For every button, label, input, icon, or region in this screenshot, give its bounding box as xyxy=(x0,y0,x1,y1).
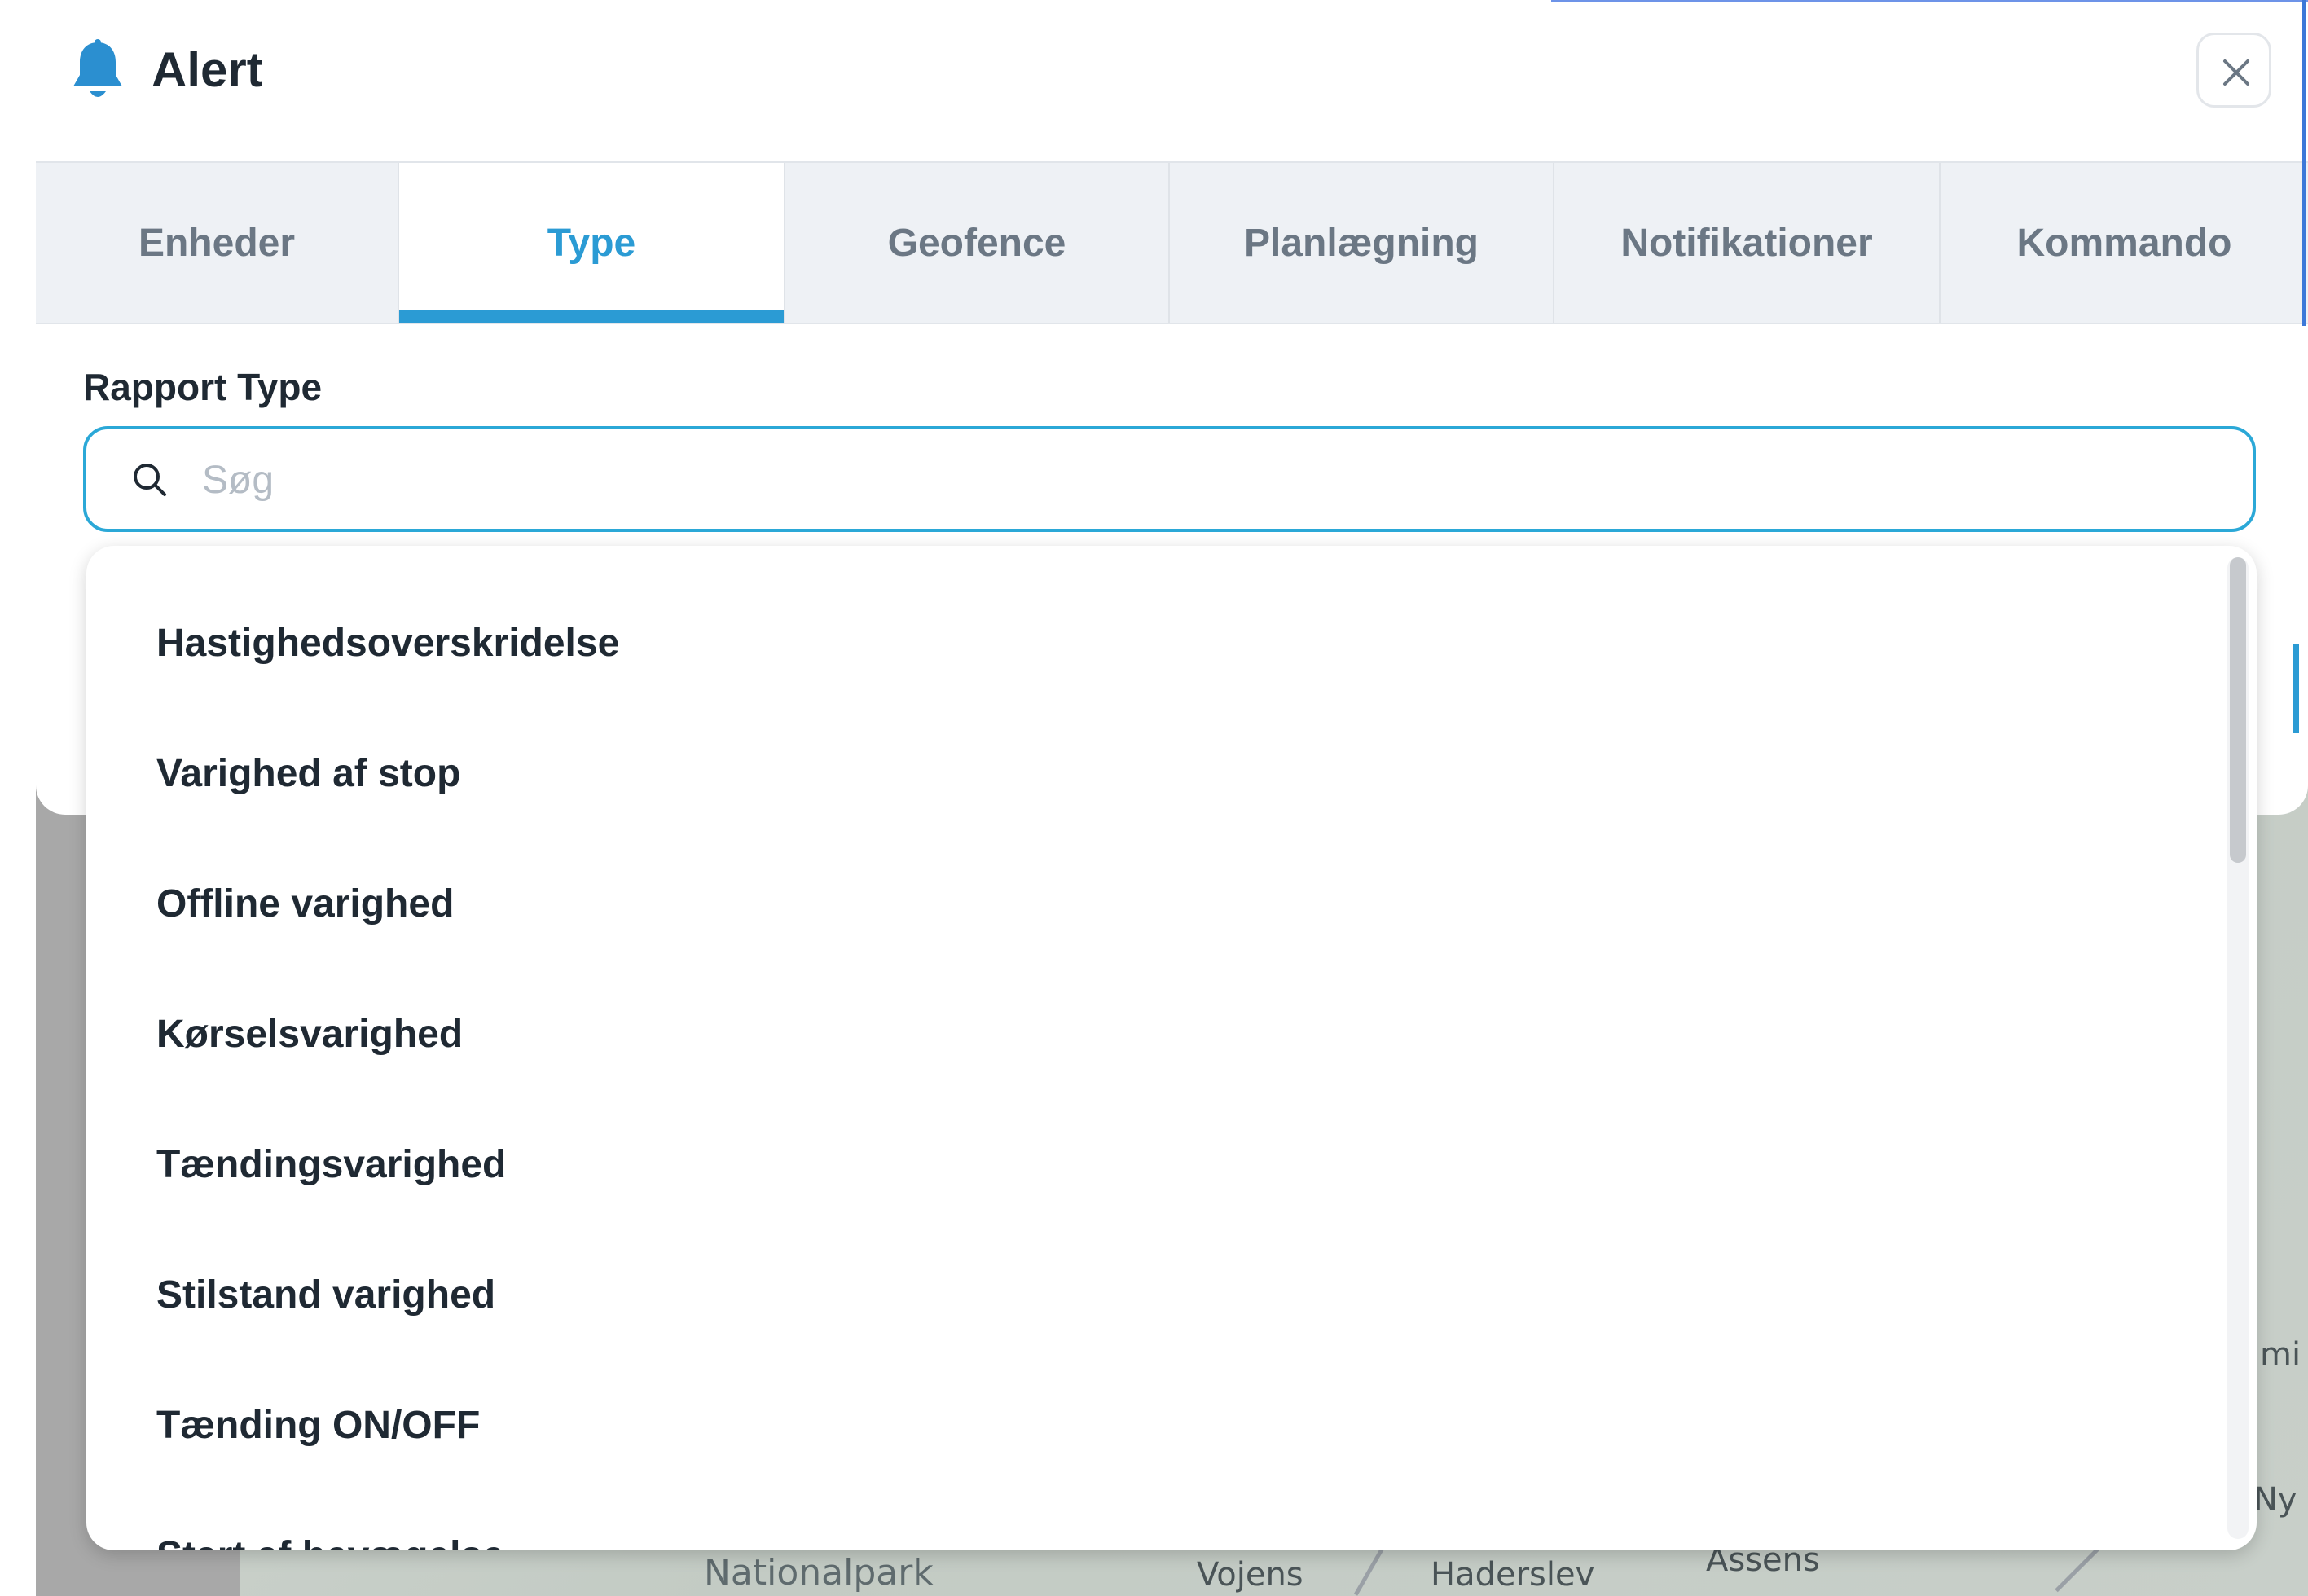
search-input[interactable] xyxy=(200,444,2159,516)
rapport-type-dropdown: Hastighedsoverskridelse Varighed af stop… xyxy=(86,546,2257,1550)
map-label-ny: Ny xyxy=(2253,1481,2297,1519)
search-icon xyxy=(130,460,169,503)
tab-type[interactable]: Type xyxy=(399,163,785,323)
tab-notifikationer[interactable]: Notifikationer xyxy=(1554,163,1941,323)
tab-planlaegning[interactable]: Planlægning xyxy=(1170,163,1554,323)
option-korselsvarighed[interactable]: Kørselsvarighed xyxy=(86,969,2257,1100)
option-offline-varighed[interactable]: Offline varighed xyxy=(86,839,2257,969)
rapport-type-label: Rapport Type xyxy=(83,366,323,408)
tab-enheder[interactable]: Enheder xyxy=(36,163,399,323)
option-stilstand-varighed[interactable]: Stilstand varighed xyxy=(86,1230,2257,1361)
dropdown-scrollbar[interactable] xyxy=(2227,557,2249,1539)
option-start-af-bevaegelse[interactable]: Start af bevægelse xyxy=(86,1491,2257,1550)
option-taending-on-off[interactable]: Tænding ON/OFF xyxy=(86,1361,2257,1491)
map-label-nationalpark: Nationalpark xyxy=(704,1552,934,1594)
rapport-type-search[interactable] xyxy=(83,426,2256,532)
tab-kommando[interactable]: Kommando xyxy=(1941,163,2308,323)
map-label-vojens: Vojens xyxy=(1197,1556,1303,1594)
dialog-title: Alert xyxy=(152,42,263,97)
tab-bar: Enheder Type Geofence Planlægning Notifi… xyxy=(36,161,2308,324)
bell-icon xyxy=(68,39,127,103)
dialog-right-edge xyxy=(2302,0,2306,326)
map-label-mi: mi xyxy=(2260,1336,2301,1374)
option-taendingsvarighed[interactable]: Tændingsvarighed xyxy=(86,1100,2257,1230)
map-label-haderslev: Haderslev xyxy=(1431,1556,1595,1594)
close-icon xyxy=(2223,59,2249,86)
obscured-button-edge xyxy=(2293,644,2299,733)
dialog-header: Alert xyxy=(36,0,2308,163)
option-hastighedsoverskridelse[interactable]: Hastighedsoverskridelse xyxy=(86,578,2257,709)
dialog-top-edge xyxy=(1551,0,2308,2)
option-list: Hastighedsoverskridelse Varighed af stop… xyxy=(86,578,2257,1550)
tab-geofence[interactable]: Geofence xyxy=(785,163,1170,323)
close-button[interactable] xyxy=(2196,33,2271,108)
scrollbar-thumb[interactable] xyxy=(2230,557,2246,863)
option-varighed-af-stop[interactable]: Varighed af stop xyxy=(86,709,2257,839)
